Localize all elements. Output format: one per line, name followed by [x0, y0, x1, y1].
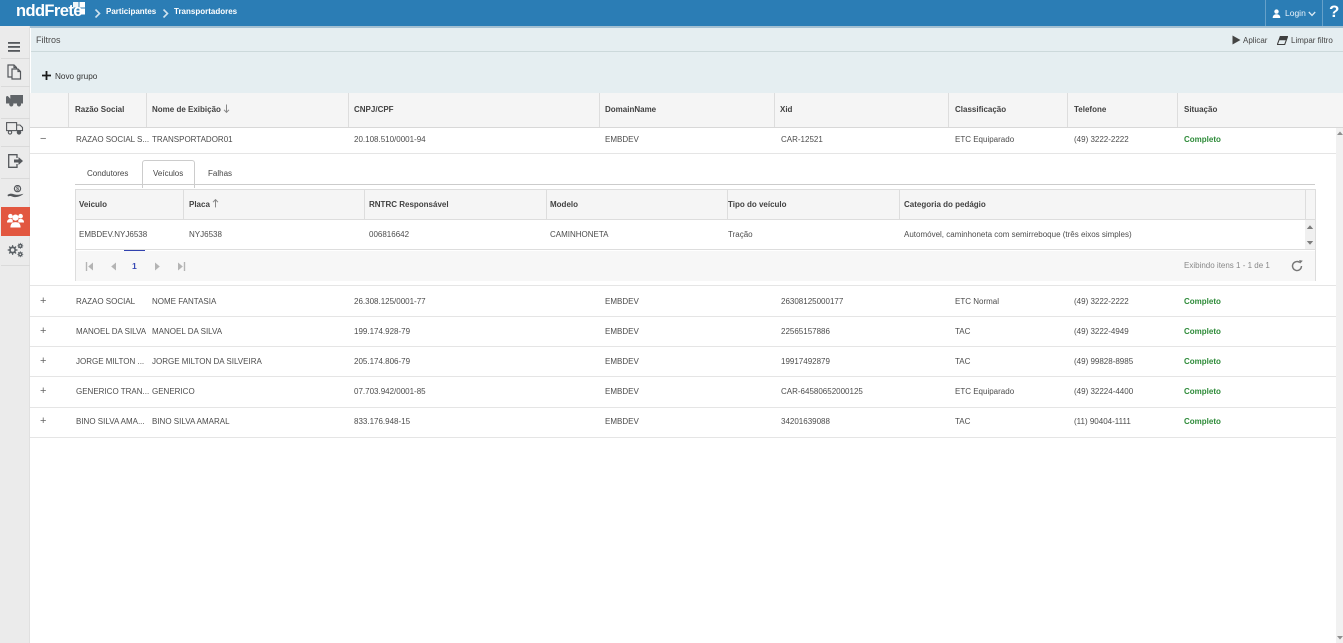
svg-text:$: $ — [16, 187, 19, 193]
